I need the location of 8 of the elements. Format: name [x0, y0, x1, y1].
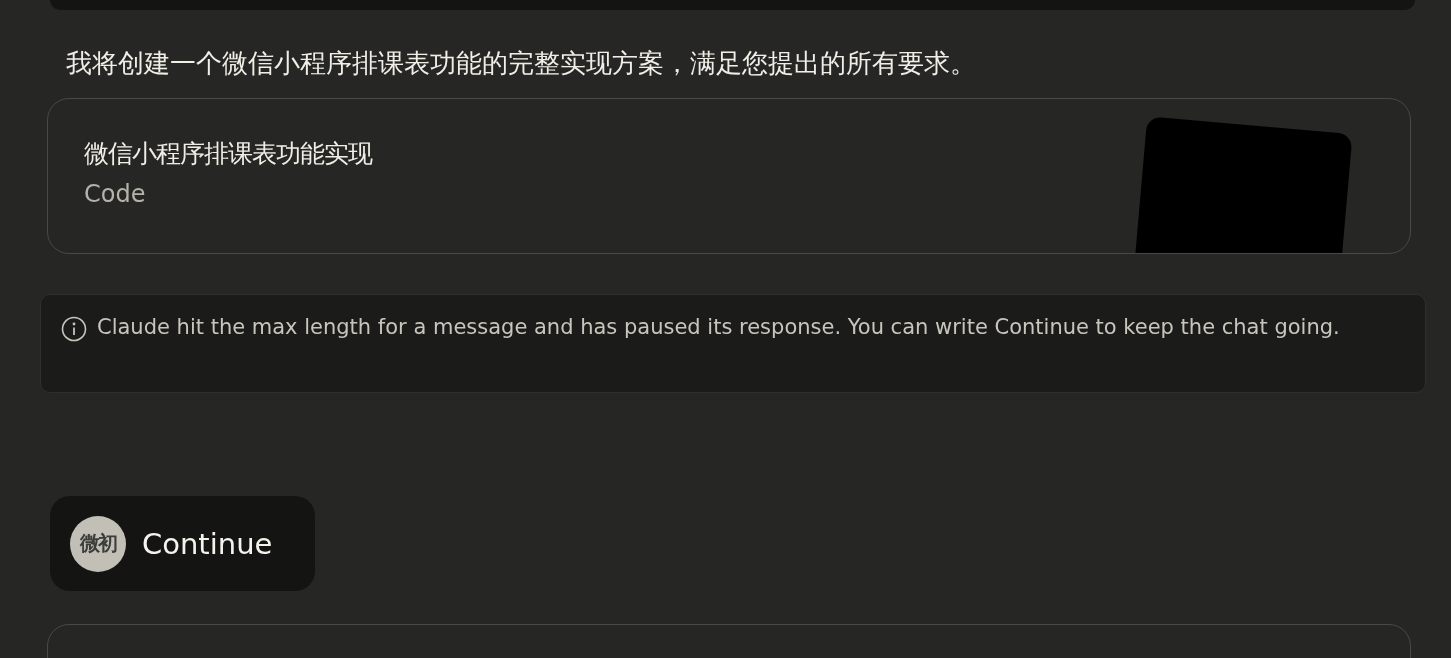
response-text: 我将创建一个微信小程序排课表功能的完整实现方案，满足您提出的所有要求。	[66, 48, 977, 78]
artifact-type: Code	[84, 180, 147, 208]
artifact-card[interactable]: 微信小程序排课表功能实现 Code	[47, 98, 1411, 254]
notice-text: Claude hit the max length for a message and has paused its response. You can write Continue to keep the chat going.	[97, 314, 1340, 341]
info-icon	[61, 316, 87, 342]
user-avatar: 微初	[70, 515, 126, 572]
artifact-title: 微信小程序排课表功能实现	[84, 138, 374, 170]
user-message-text: Continue	[142, 526, 273, 561]
